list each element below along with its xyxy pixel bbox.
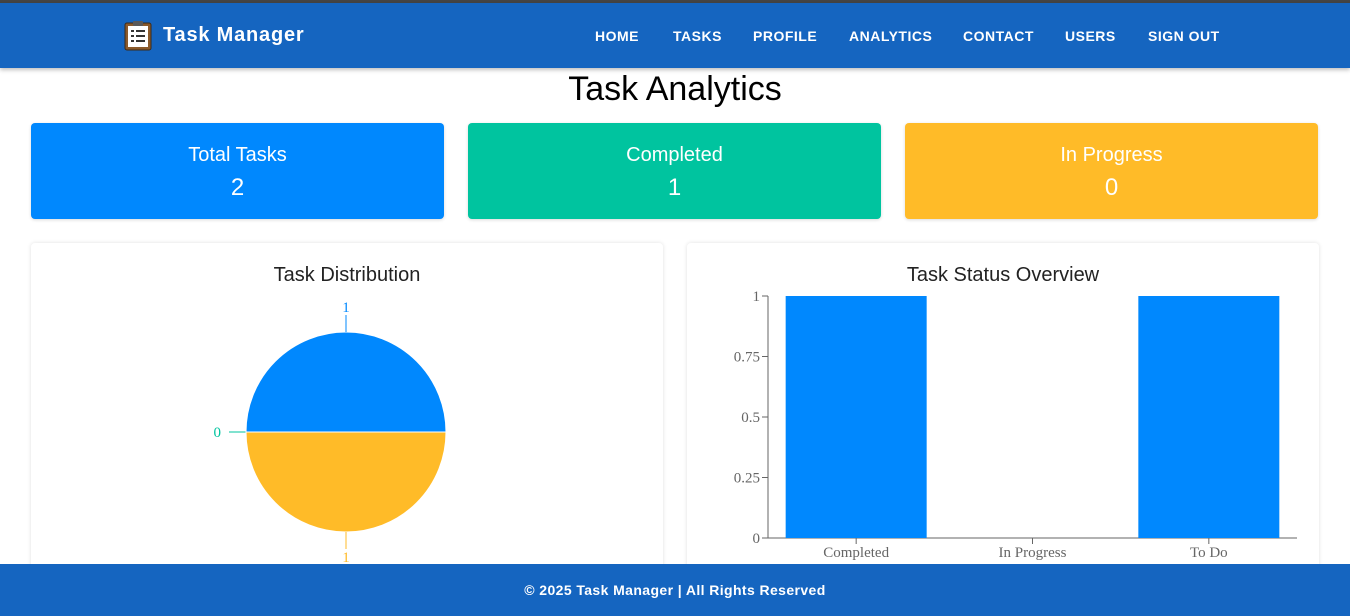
stat-card-total-tasks: Total Tasks 2 xyxy=(31,123,444,219)
y-tick-label: 1 xyxy=(753,289,761,305)
y-tick-label: 0.25 xyxy=(734,471,760,487)
pie-data-label: 1 xyxy=(342,300,350,316)
nav-tasks[interactable]: TASKS xyxy=(673,28,722,44)
brand[interactable]: Task Manager xyxy=(123,20,305,51)
page-title: Task Analytics xyxy=(568,70,782,108)
y-tick-label: 0.75 xyxy=(734,350,760,366)
nav-home[interactable]: HOME xyxy=(595,28,639,44)
bar xyxy=(1138,296,1280,538)
pie-data-label: 0 xyxy=(214,425,222,441)
navbar: Task Manager HOME TASKS PROFILE ANALYTIC… xyxy=(0,3,1350,68)
nav-users[interactable]: USERS xyxy=(1065,28,1116,44)
x-tick-label: Completed xyxy=(823,545,889,561)
stat-label: Completed xyxy=(626,144,723,166)
x-tick-label: To Do xyxy=(1190,545,1228,561)
stat-label: Total Tasks xyxy=(188,144,287,166)
task-status-panel: Task Status Overview 0 0.25 0.5 0.75 1 Comple… xyxy=(687,243,1319,583)
task-distribution-panel: Task Distribution 101 xyxy=(31,243,663,583)
y-tick-label: 0.5 xyxy=(741,410,760,426)
footer: © 2025 Task Manager | All Rights Reserve… xyxy=(0,564,1350,616)
stat-card-completed: Completed 1 xyxy=(468,123,881,219)
pie-slice xyxy=(245,331,447,433)
clipboard-icon xyxy=(123,20,153,51)
bar xyxy=(785,296,927,538)
pie-slice xyxy=(245,431,447,533)
stat-card-in-progress: In Progress 0 xyxy=(905,123,1318,219)
stat-label: In Progress xyxy=(1060,144,1163,166)
bar-chart: 0 0.25 0.5 0.75 1 Completed In Progress To Do xyxy=(734,289,1297,561)
stat-value: 2 xyxy=(230,174,245,201)
nav-sign-out[interactable]: SIGN OUT xyxy=(1148,28,1220,44)
stat-value: 0 xyxy=(1104,174,1119,201)
nav-profile[interactable]: PROFILE xyxy=(753,28,817,44)
pie-chart: 101 xyxy=(214,300,447,566)
nav-analytics[interactable]: ANALYTICS xyxy=(849,28,932,44)
y-tick-label: 0 xyxy=(753,531,761,547)
nav-contact[interactable]: CONTACT xyxy=(963,28,1034,44)
x-tick-label: In Progress xyxy=(999,545,1067,561)
brand-title: Task Manager xyxy=(163,24,305,46)
stat-value: 1 xyxy=(667,174,682,201)
